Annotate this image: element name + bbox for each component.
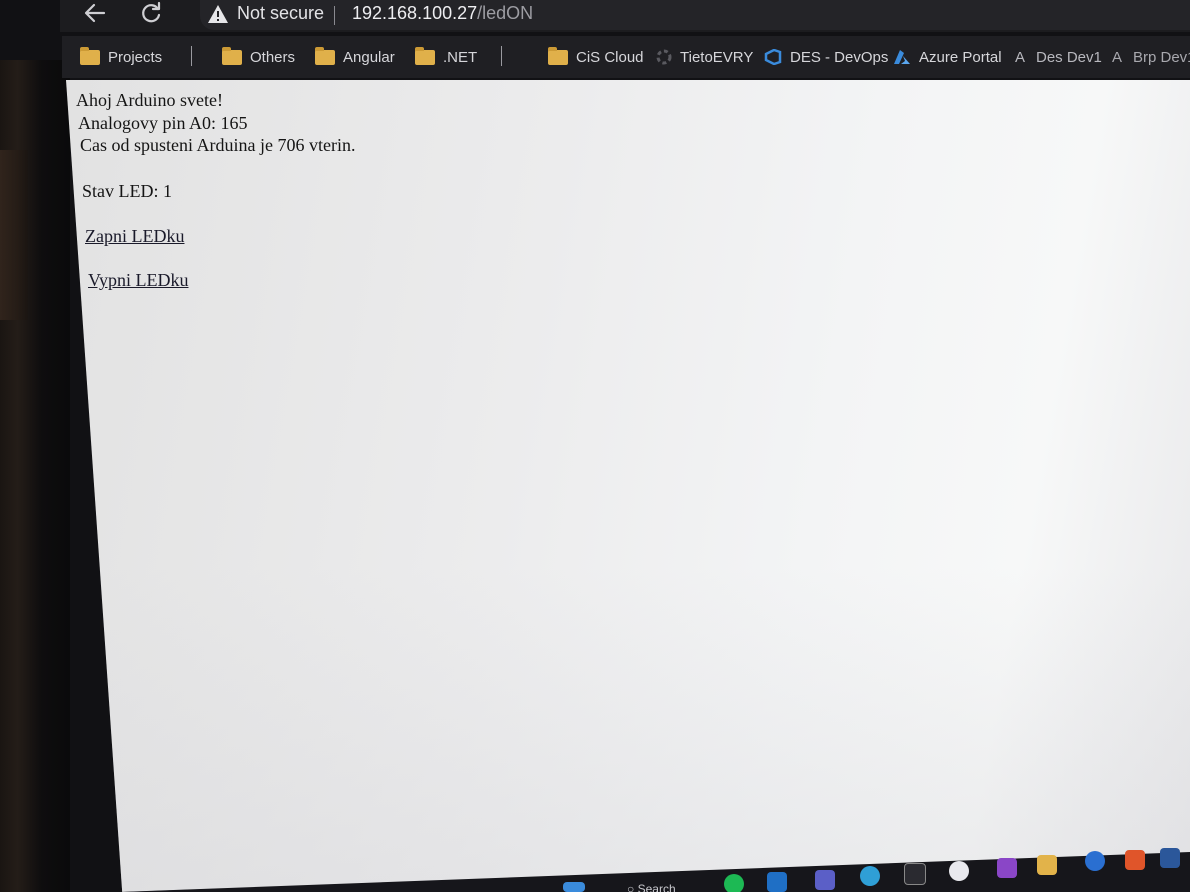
bezel-reflection bbox=[0, 150, 28, 320]
bookmark-projects[interactable]: Projects bbox=[80, 46, 163, 67]
address-bar[interactable] bbox=[200, 0, 1190, 30]
url-text[interactable]: 192.168.100.27/ledON bbox=[352, 3, 533, 24]
teams-icon[interactable] bbox=[815, 870, 835, 890]
arrow-left-icon bbox=[84, 3, 106, 23]
bookmark-label: .NET bbox=[443, 48, 478, 66]
app-icon[interactable] bbox=[1085, 851, 1105, 871]
azure-icon: A bbox=[1014, 48, 1025, 66]
back-button[interactable] bbox=[82, 0, 108, 28]
photo-of-screen: Not secure 192.168.100.27/ledON Projects… bbox=[0, 0, 1190, 892]
spotify-icon[interactable] bbox=[724, 874, 744, 892]
bookmark-label: Projects bbox=[108, 48, 163, 66]
url-path: /ledON bbox=[477, 3, 534, 23]
bookmark-angular[interactable]: Angular bbox=[315, 46, 395, 67]
windows-start-icon[interactable] bbox=[563, 882, 585, 892]
bookmark-label: DES - DevOps bbox=[790, 48, 889, 66]
outlook-icon[interactable] bbox=[767, 872, 787, 892]
url-host: 192.168.100.27 bbox=[352, 3, 478, 23]
visual-studio-icon[interactable] bbox=[997, 858, 1017, 878]
reload-icon bbox=[142, 1, 161, 23]
bookmark-others[interactable]: Others bbox=[222, 46, 296, 67]
file-explorer-icon[interactable] bbox=[1037, 855, 1057, 875]
analog-pin-reading: Analogovy pin A0: 165 bbox=[78, 113, 248, 133]
bookmark-des-dev1[interactable]: A Des Dev1 bbox=[1012, 47, 1102, 67]
page-viewport bbox=[66, 80, 1190, 892]
weather-icon[interactable] bbox=[860, 866, 880, 886]
bookmark-label: TietoEVRY bbox=[680, 48, 754, 66]
folder-icon bbox=[222, 46, 242, 65]
webstorm-icon[interactable] bbox=[904, 863, 926, 885]
bookmark-azure-portal[interactable]: Azure Portal bbox=[893, 47, 1002, 67]
azure-devops-icon bbox=[764, 49, 782, 65]
uptime-text: Cas od spusteni Arduina je 706 vterin. bbox=[80, 135, 356, 155]
bookmark-label: Angular bbox=[343, 48, 395, 66]
tietoevry-icon bbox=[656, 49, 672, 65]
bookmark-label: Azure Portal bbox=[919, 48, 1002, 66]
bookmark-separator bbox=[501, 46, 502, 66]
security-status[interactable]: Not secure bbox=[237, 3, 324, 24]
led-on-link[interactable]: Zapni LEDku bbox=[85, 226, 184, 247]
bookmark-label: Others bbox=[250, 48, 296, 66]
folder-icon bbox=[80, 46, 100, 65]
led-off-link[interactable]: Vypni LEDku bbox=[88, 270, 189, 291]
address-divider bbox=[334, 6, 335, 25]
azure-icon bbox=[894, 50, 910, 64]
bookmark-label: Brp Dev1 bbox=[1133, 48, 1190, 66]
greeting-text: Ahoj Arduino svete! bbox=[76, 90, 223, 110]
taskbar-search[interactable]: ○ Search bbox=[627, 882, 676, 892]
search-icon: ○ bbox=[627, 882, 635, 892]
led-state-text: Stav LED: 1 bbox=[82, 181, 172, 201]
bookmark-dotnet[interactable]: .NET bbox=[415, 46, 478, 67]
word-icon[interactable] bbox=[1160, 848, 1180, 868]
bookmark-tietoevry[interactable]: TietoEVRY bbox=[656, 47, 753, 67]
folder-icon bbox=[315, 46, 335, 65]
app-icon[interactable] bbox=[949, 861, 969, 881]
bookmark-separator bbox=[191, 46, 192, 66]
folder-icon bbox=[548, 46, 568, 65]
reload-button[interactable] bbox=[138, 0, 164, 28]
app-icon[interactable] bbox=[1125, 850, 1145, 870]
taskbar-search-label: Search bbox=[637, 882, 676, 892]
bookmark-cis-cloud[interactable]: CiS Cloud bbox=[548, 46, 644, 67]
azure-icon: A bbox=[1111, 48, 1122, 66]
bookmark-label: Des Dev1 bbox=[1036, 48, 1102, 66]
folder-icon bbox=[415, 46, 435, 65]
bookmark-brp-dev1[interactable]: A Brp Dev1 bbox=[1109, 47, 1190, 67]
warning-icon[interactable] bbox=[207, 3, 229, 25]
bookmark-des-devops[interactable]: DES - DevOps bbox=[764, 47, 888, 67]
bookmark-label: CiS Cloud bbox=[576, 48, 644, 66]
